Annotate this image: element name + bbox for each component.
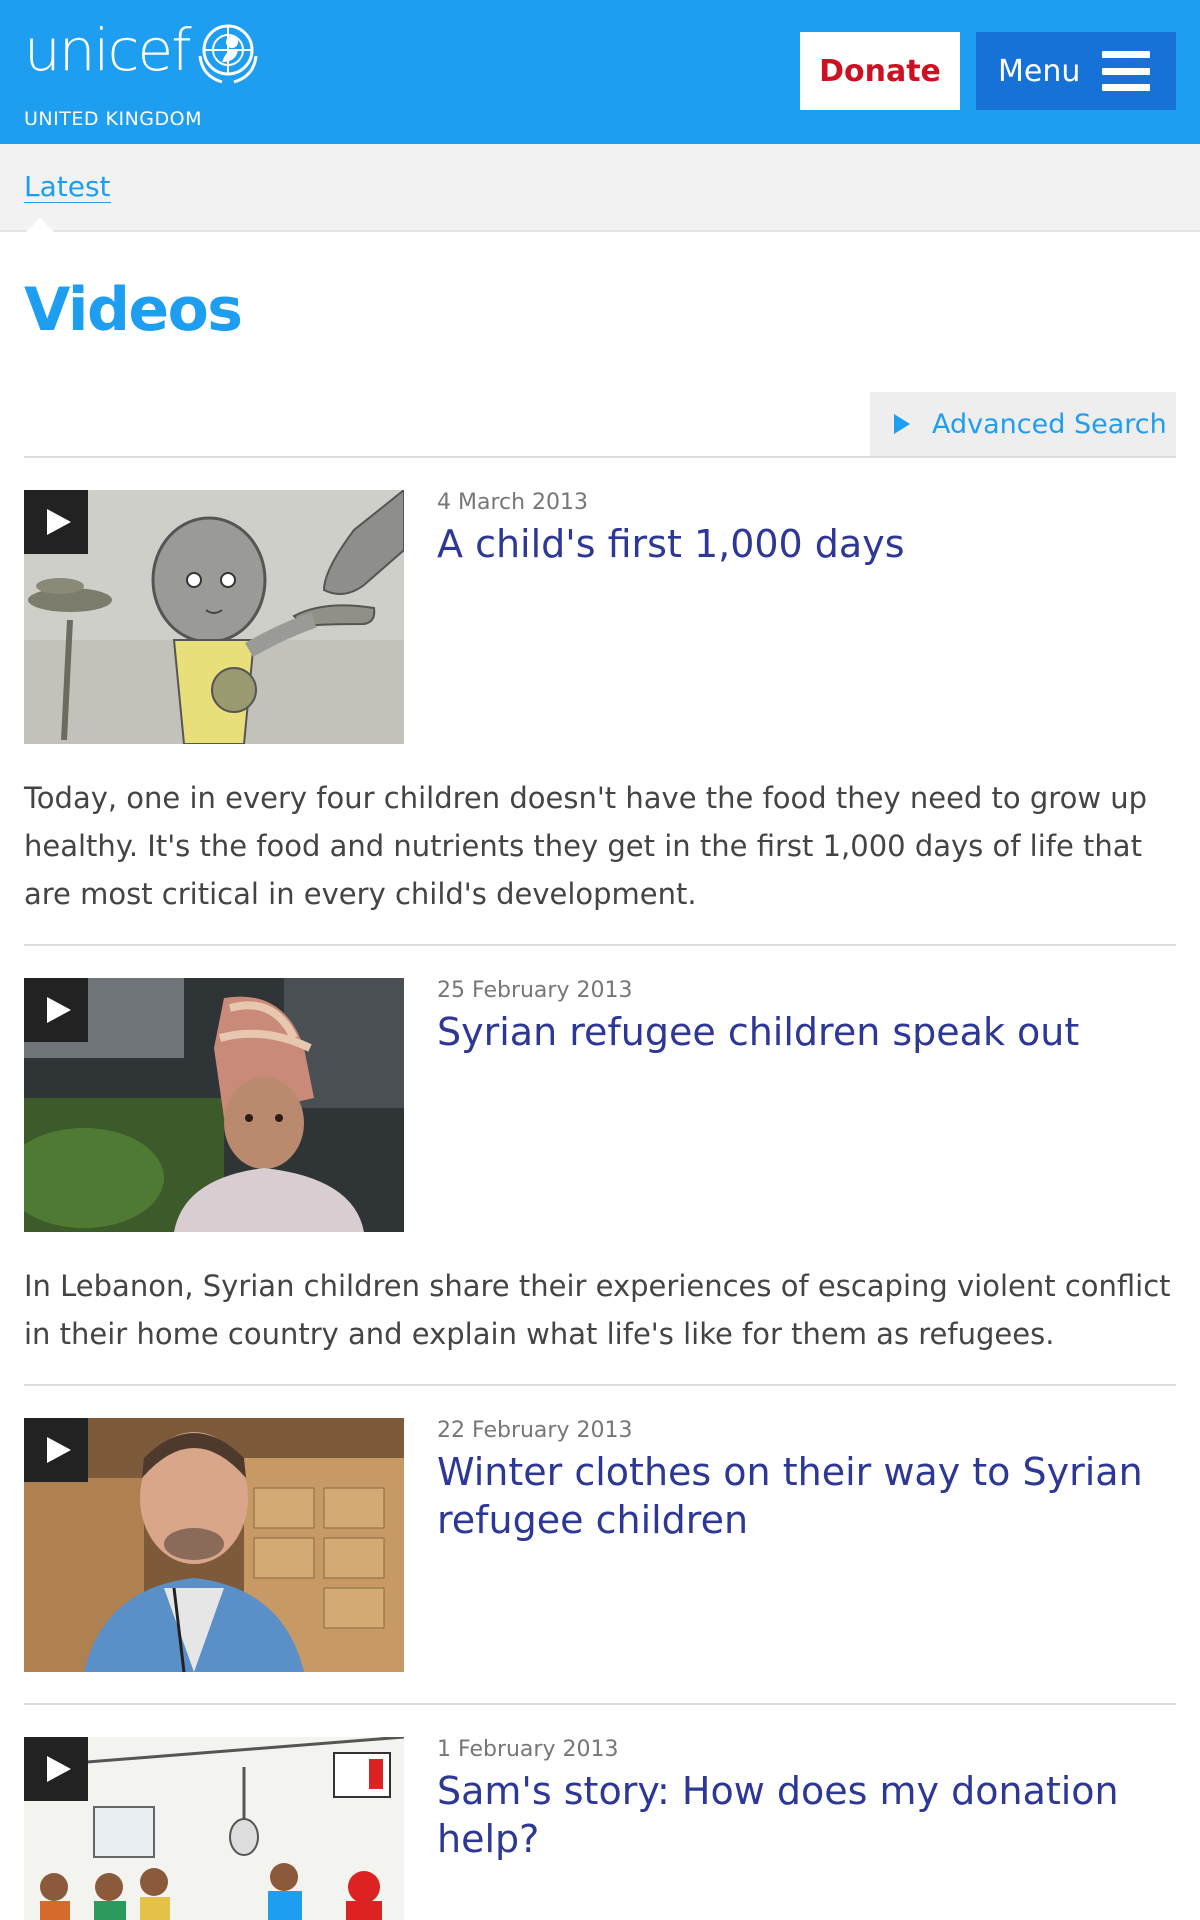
divider <box>24 1384 1176 1386</box>
breadcrumb-pointer <box>26 218 54 232</box>
video-thumbnail[interactable] <box>24 490 404 744</box>
video-title-link[interactable]: Winter clothes on their way to Syrian re… <box>437 1448 1157 1544</box>
video-thumbnail[interactable] <box>24 1737 404 1920</box>
video-item: 4 March 2013 A child's first 1,000 days … <box>24 490 1176 920</box>
divider <box>24 1703 1176 1705</box>
play-icon[interactable] <box>24 490 88 554</box>
divider <box>24 456 1176 458</box>
video-item: 1 February 2013 Sam's story: How does my… <box>24 1737 1176 1920</box>
page-title: Videos <box>24 275 243 345</box>
video-title-link[interactable]: Syrian refugee children speak out <box>437 1008 1157 1056</box>
video-title-link[interactable]: A child's first 1,000 days <box>437 520 1157 568</box>
donate-button[interactable]: Donate <box>800 32 960 110</box>
video-description: Today, one in every four children doesn'… <box>24 781 1148 911</box>
video-date: 1 February 2013 <box>437 1737 619 1762</box>
video-date: 4 March 2013 <box>437 490 589 515</box>
unicef-emblem-icon <box>198 24 258 84</box>
menu-label: Menu <box>998 53 1081 89</box>
play-icon[interactable] <box>24 978 88 1042</box>
advanced-search-label: Advanced Search <box>932 408 1167 440</box>
triangle-right-icon <box>894 414 910 434</box>
divider <box>24 944 1176 946</box>
play-icon[interactable] <box>24 1418 88 1482</box>
menu-button[interactable]: Menu <box>976 32 1176 110</box>
site-header: unicef UNITED KINGDOM Donate Menu <box>0 0 1200 144</box>
breadcrumb-latest-link[interactable]: Latest <box>24 172 111 203</box>
breadcrumb: Latest <box>0 144 1200 232</box>
video-thumbnail[interactable] <box>24 1418 404 1672</box>
hamburger-icon <box>1102 51 1151 91</box>
advanced-search-toggle[interactable]: Advanced Search <box>870 392 1176 456</box>
logo-wordmark: unicef <box>24 16 192 84</box>
video-thumbnail[interactable] <box>24 978 404 1232</box>
play-icon[interactable] <box>24 1737 88 1801</box>
video-item: 22 February 2013 Winter clothes on their… <box>24 1418 1176 1708</box>
video-description: In Lebanon, Syrian children share their … <box>24 1269 1171 1351</box>
video-date: 22 February 2013 <box>437 1418 633 1443</box>
logo-country: UNITED KINGDOM <box>24 108 202 130</box>
video-date: 25 February 2013 <box>437 978 633 1003</box>
video-title-link[interactable]: Sam's story: How does my donation help? <box>437 1767 1157 1863</box>
unicef-logo[interactable]: unicef UNITED KINGDOM <box>24 18 264 130</box>
video-item: 25 February 2013 Syrian refugee children… <box>24 978 1176 1358</box>
